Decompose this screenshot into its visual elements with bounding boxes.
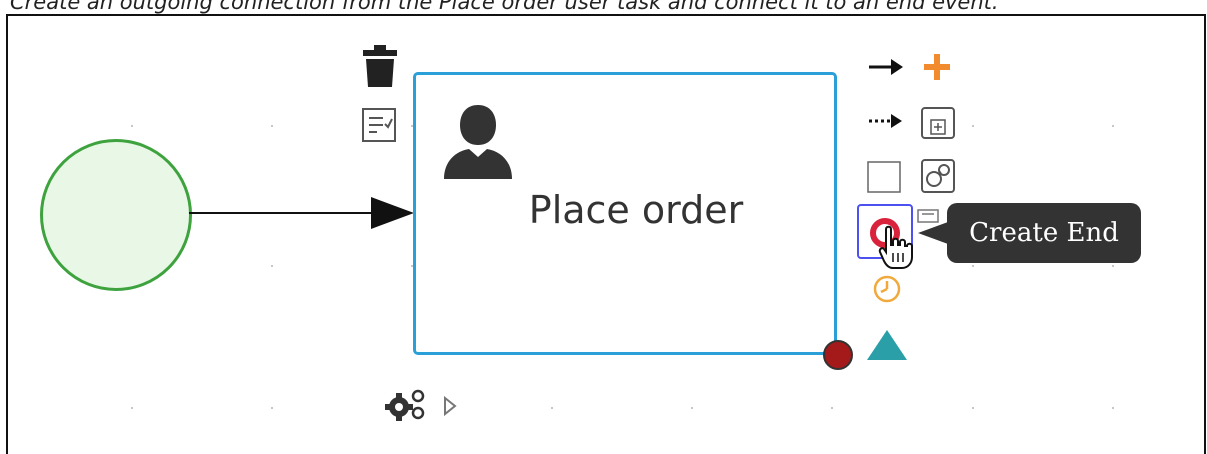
- partial-icon: [917, 209, 939, 223]
- task-icon[interactable]: [866, 160, 902, 194]
- user-icon: [444, 105, 512, 179]
- form-icon[interactable]: [361, 107, 397, 143]
- subprocess-icon[interactable]: [920, 106, 956, 140]
- triangle-icon[interactable]: [865, 328, 909, 362]
- reusable-subprocess-icon[interactable]: [920, 158, 956, 194]
- play-outline-icon[interactable]: [442, 395, 458, 417]
- screenshot-root: Create an outgoing connection from the P…: [0, 0, 1207, 454]
- tooltip-text: Create End: [969, 218, 1119, 248]
- arrow-right-icon[interactable]: [867, 56, 905, 78]
- plus-icon[interactable]: [921, 51, 953, 83]
- resize-handle-icon[interactable]: [822, 339, 854, 371]
- timer-icon[interactable]: [871, 273, 903, 305]
- gears-icon[interactable]: [385, 388, 427, 424]
- hand-cursor-icon: [878, 225, 913, 269]
- tooltip-arrow: [918, 222, 948, 244]
- dotted-arrow-icon[interactable]: [867, 110, 905, 132]
- user-task[interactable]: Place order: [413, 72, 837, 355]
- task-label: Place order: [528, 188, 744, 232]
- trash-icon[interactable]: [361, 43, 399, 89]
- tooltip: Create End: [947, 203, 1141, 263]
